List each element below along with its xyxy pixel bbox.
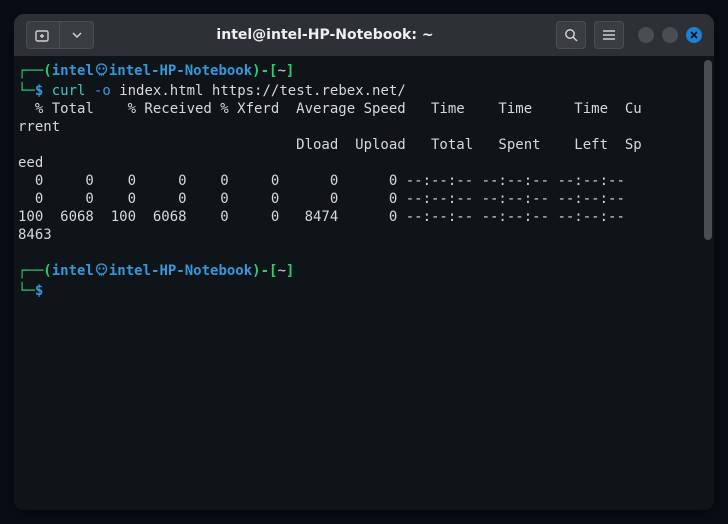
menu-button[interactable] (594, 21, 624, 49)
terminal-viewport[interactable]: ┌──(intelintel-HP-Notebook)-[~] └─$ curl… (14, 56, 714, 510)
curl-progress-row3-wrap: 8463 (18, 227, 52, 243)
prompt-cwd: ~ (277, 63, 285, 79)
command-args: index.html https://test.rebex.net/ (119, 83, 406, 99)
prompt-symbol: $ (35, 83, 43, 99)
curl-header-line1-wrap: rrent (18, 119, 60, 135)
curl-header-line2: Dload Upload Total Spent Left Sp (18, 137, 642, 153)
maximize-button[interactable] (662, 27, 678, 43)
curl-progress-row3: 100 6068 100 6068 0 0 8474 0 --:--:-- --… (18, 209, 642, 225)
chevron-down-icon (72, 32, 82, 38)
terminal-output: ┌──(intelintel-HP-Notebook)-[~] └─$ curl… (18, 62, 710, 300)
titlebar-right-group (556, 21, 702, 49)
skull-icon (94, 263, 109, 282)
minimize-button[interactable] (638, 27, 654, 43)
prompt-user: intel (52, 63, 94, 79)
curl-progress-row2: 0 0 0 0 0 0 0 0 --:--:-- --:--:-- --:--:… (18, 191, 650, 207)
window-controls (638, 27, 702, 43)
tab-dropdown-button[interactable] (60, 21, 94, 49)
terminal-window: intel@intel-HP-Notebook: ~ (14, 14, 714, 510)
prompt-host: intel-HP-Notebook (109, 63, 252, 79)
prompt-cwd: ~ (277, 263, 285, 279)
window-title: intel@intel-HP-Notebook: ~ (102, 27, 548, 43)
curl-header-line2-wrap: eed (18, 155, 43, 171)
close-button[interactable] (686, 27, 702, 43)
command-bin: curl (52, 83, 86, 99)
curl-progress-row1: 0 0 0 0 0 0 0 0 --:--:-- --:--:-- --:--:… (18, 173, 650, 189)
prompt-symbol: $ (35, 283, 43, 299)
search-button[interactable] (556, 21, 586, 49)
scrollbar-thumb[interactable] (704, 60, 712, 240)
search-icon (564, 28, 578, 42)
titlebar-left-group (26, 21, 94, 49)
skull-icon (94, 63, 109, 82)
prompt-user: intel (52, 263, 94, 279)
titlebar: intel@intel-HP-Notebook: ~ (14, 14, 714, 56)
prompt-host: intel-HP-Notebook (109, 263, 252, 279)
command-flag: -o (94, 83, 111, 99)
new-tab-icon (35, 28, 51, 42)
hamburger-icon (602, 29, 616, 41)
close-icon (686, 27, 702, 43)
new-tab-button[interactable] (26, 21, 60, 49)
curl-header-line1: % Total % Received % Xferd Average Speed… (18, 101, 642, 117)
